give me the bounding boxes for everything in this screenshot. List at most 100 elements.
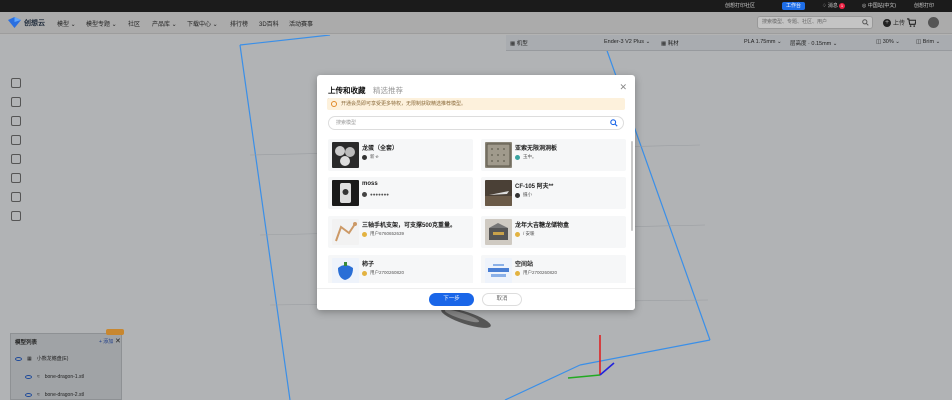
- upload-label: 上传: [893, 21, 906, 27]
- model-file-row[interactable]: ≈ bone-dragon-2.stl: [25, 392, 84, 398]
- model-card[interactable]: CF-105 阿夫** 摄小: [481, 177, 626, 209]
- eye-icon[interactable]: [15, 356, 22, 361]
- model-card[interactable]: 三轴手机支架，可支撑500克重量。 用户6760652639: [328, 216, 473, 248]
- main-navbar: 创想云 模型 ⌄ 模型专题 ⌄ 社区 产品库 ⌄ 下载中心 ⌄ 排行榜 3D百科…: [0, 12, 952, 34]
- search-icon[interactable]: [610, 119, 618, 127]
- model-file-row[interactable]: ≈ bone-dragon-1.stl: [25, 374, 84, 380]
- model-author: ●●●●●●●: [362, 192, 389, 197]
- model-author: 新·e: [362, 154, 379, 160]
- tab-upload-collect[interactable]: 上传和收藏: [328, 85, 366, 99]
- close-icon[interactable]: ✕: [619, 82, 627, 93]
- bell-icon: ♢: [822, 3, 827, 9]
- material-section[interactable]: ▦ 耗材: [661, 39, 679, 47]
- folder-icon: ▦: [27, 355, 32, 362]
- model-file-name: bone-dragon-2.stl: [44, 392, 84, 398]
- logo-icon: [8, 17, 21, 28]
- model-title: 龙年大吉糖龙储物盒: [515, 223, 570, 229]
- model-group-label: 小熊龙鳍盘(E): [36, 356, 69, 362]
- author-avatar: [362, 192, 367, 197]
- author-avatar: [362, 270, 367, 276]
- support-tool-icon[interactable]: [11, 211, 21, 221]
- eye-icon[interactable]: [25, 393, 32, 397]
- globe-icon: ◎: [862, 3, 867, 9]
- view-icon[interactable]: [11, 154, 21, 164]
- model-card[interactable]: moss ●●●●●●●: [328, 177, 473, 209]
- nav-item-ranking[interactable]: 排行榜: [230, 19, 248, 28]
- printer-icon: ▦: [510, 41, 516, 47]
- filament-icon: ▦: [661, 41, 667, 47]
- model-file-icon: ≈: [37, 392, 40, 398]
- tab-selected-recommend[interactable]: 精选推荐: [373, 85, 403, 96]
- user-menu[interactable]: 创想打印: [914, 2, 934, 10]
- add-model-button[interactable]: + 添加: [99, 338, 113, 345]
- model-card[interactable]: 龙年大吉糖龙储物盒 / 安暖: [481, 216, 626, 248]
- scale-icon[interactable]: [11, 97, 21, 107]
- workbench-button[interactable]: 工作台: [782, 2, 806, 10]
- model-thumbnail: [332, 258, 359, 283]
- model-list-panel: 模型列表 + 添加 ✕ ▦ 小熊龙鳍盘(E) ≈ bone-dragon-1.s…: [10, 329, 124, 400]
- infill-select[interactable]: ◫ 30% ⌄: [876, 39, 900, 45]
- clock-icon[interactable]: [11, 173, 21, 183]
- nav-item-wiki[interactable]: 3D百科: [259, 19, 279, 28]
- model-author: 摄小: [515, 192, 532, 198]
- machine-section[interactable]: ▦ 机型: [510, 39, 528, 47]
- model-author: 玉中。: [515, 154, 537, 160]
- community-link[interactable]: 创想打印社区: [725, 2, 755, 10]
- layer-height-select[interactable]: 层高度 · 0.15mm ⌄: [790, 39, 837, 47]
- language-select[interactable]: ◎ 中国站(中文): [862, 2, 896, 10]
- model-thumbnail: [485, 180, 512, 206]
- nav-item-products[interactable]: 产品库 ⌄: [152, 19, 177, 28]
- model-search-placeholder: 搜索模型: [336, 120, 357, 126]
- nav-item-topics[interactable]: 模型专题 ⌄: [86, 19, 117, 28]
- support-select[interactable]: ◫ Brim ⌄: [916, 39, 940, 45]
- nav-item-models[interactable]: 模型 ⌄: [57, 19, 76, 28]
- avatar[interactable]: [928, 17, 939, 28]
- model-card[interactable]: 柿子 用户2700260820: [328, 255, 473, 283]
- author-avatar: [515, 154, 520, 160]
- rotate-icon[interactable]: [11, 116, 21, 126]
- vip-notice: 开通会员即可享受更多特权，无限制获取精选推荐模型。: [327, 98, 625, 110]
- close-icon[interactable]: ✕: [115, 337, 121, 345]
- move-icon[interactable]: [11, 78, 21, 88]
- author-avatar: [515, 192, 520, 198]
- cart-icon[interactable]: [907, 18, 916, 27]
- model-thumbnail: [332, 180, 359, 206]
- layers-icon[interactable]: [11, 192, 21, 202]
- machine-select[interactable]: Ender-3 V2 Plus ⌄: [604, 39, 650, 45]
- system-bar: 创想打印社区 工作台 ♢ 消息 1 ◎ 中国站(中文) 创想打印: [0, 0, 952, 12]
- vip-notice-text: 开通会员即可享受更多特权，无限制获取精选推荐模型。: [341, 101, 467, 107]
- author-avatar: [515, 270, 520, 276]
- model-card[interactable]: 亚索无限洞洞板 玉中。: [481, 139, 626, 171]
- model-list-title: 模型列表: [15, 340, 38, 346]
- model-card[interactable]: 空间站 用户2700260820: [481, 255, 626, 283]
- plus-icon: +: [883, 18, 891, 27]
- model-author: 用户2700260820: [515, 270, 557, 276]
- model-group-row[interactable]: ▦ 小熊龙鳍盘(E): [15, 355, 68, 362]
- messages-link[interactable]: ♢ 消息 1: [822, 2, 846, 10]
- model-card[interactable]: 龙蛋（全套） 新·e: [328, 139, 473, 171]
- model-thumbnail: [332, 219, 359, 245]
- material-label: 耗材: [667, 41, 679, 47]
- model-author: 用户2700260820: [362, 270, 404, 276]
- upload-button[interactable]: + 上传: [883, 18, 905, 27]
- nav-item-downloads[interactable]: 下载中心 ⌄: [187, 19, 218, 28]
- model-title: 亚索无限洞洞板: [515, 146, 558, 152]
- logo[interactable]: 创想云: [8, 17, 45, 28]
- search-icon: [862, 19, 869, 26]
- eye-icon[interactable]: [25, 375, 32, 379]
- model-title: 空间站: [515, 262, 534, 268]
- cancel-button[interactable]: 取消: [482, 293, 522, 306]
- next-button[interactable]: 下一步: [429, 293, 474, 306]
- global-search-input[interactable]: 搜索模型、专题、社区、用户: [757, 16, 873, 29]
- messages-label: 消息: [827, 3, 838, 9]
- support-icon: ◫: [916, 39, 922, 45]
- model-search-input[interactable]: 搜索模型: [328, 116, 624, 130]
- nav-item-events[interactable]: 活动赛事: [289, 19, 313, 28]
- model-title: CF-105 阿夫**: [515, 184, 554, 190]
- modal-scrollbar[interactable]: [631, 141, 633, 231]
- mirror-icon[interactable]: [11, 135, 21, 145]
- nav-item-community[interactable]: 社区: [128, 19, 140, 28]
- machine-label: 机型: [516, 41, 528, 47]
- author-avatar: [362, 154, 367, 160]
- material-select[interactable]: PLA 1.75mm ⌄: [744, 39, 782, 45]
